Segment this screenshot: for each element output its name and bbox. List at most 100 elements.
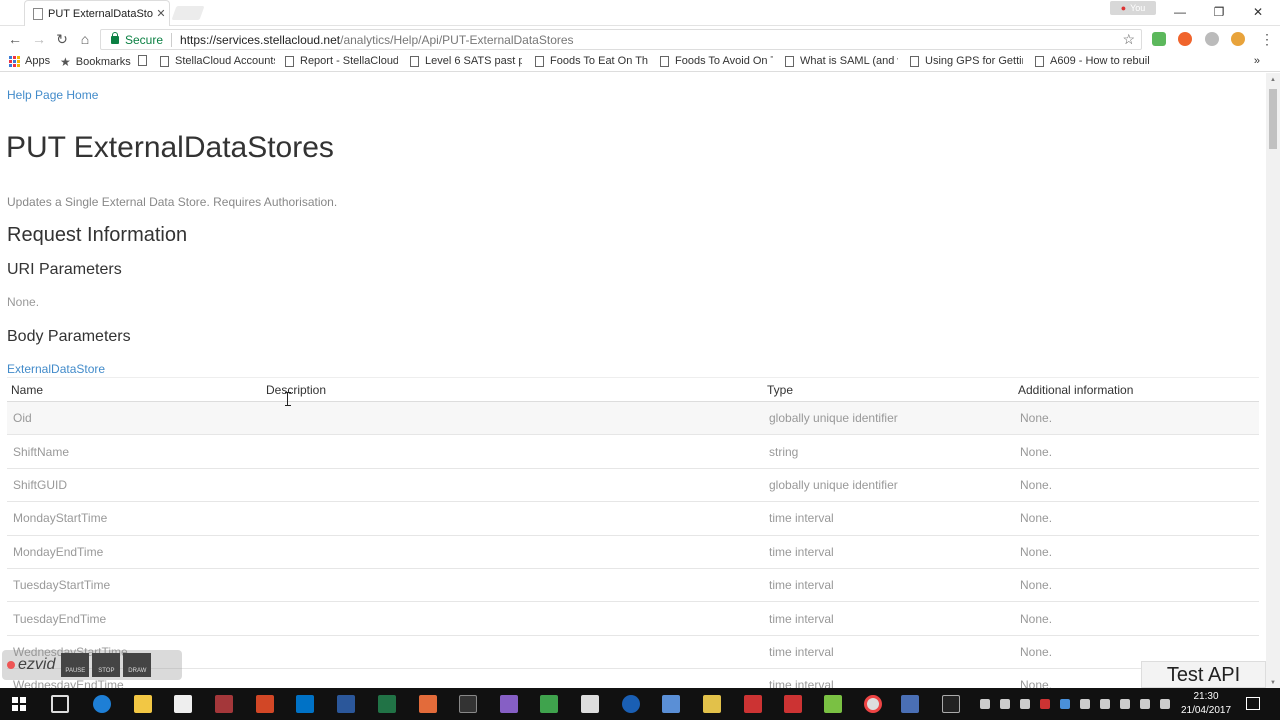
excel-icon[interactable]	[378, 695, 396, 713]
tray-icon[interactable]	[1080, 699, 1090, 709]
app-icon[interactable]	[784, 695, 802, 713]
app-icon[interactable]	[703, 695, 721, 713]
ezvid-draw-button[interactable]: DRAW	[123, 653, 152, 677]
document-icon	[1035, 55, 1044, 67]
bookmark-item[interactable]: Level 6 SATS past pap	[410, 55, 522, 67]
app-icon[interactable]	[901, 695, 919, 713]
menu-icon[interactable]: ⋮	[1258, 30, 1276, 48]
volume-icon[interactable]	[1160, 699, 1170, 709]
scroll-down-icon[interactable]: ▼	[1270, 680, 1276, 686]
param-description-cell	[262, 401, 763, 436]
minimize-button[interactable]: —	[1165, 3, 1195, 21]
taskbar-clock[interactable]: 21:30 21/04/2017	[1176, 690, 1236, 718]
param-description-cell	[262, 635, 763, 670]
bookmark-apps[interactable]: Apps	[9, 55, 50, 67]
extension-gray-icon[interactable]	[1205, 32, 1219, 46]
forward-arrow-icon[interactable]: →	[30, 30, 48, 48]
home-icon[interactable]: ⌂	[76, 30, 94, 48]
windows-taskbar: 21:30 21/04/2017	[0, 688, 1280, 720]
profile-button[interactable]: ● You	[1110, 1, 1156, 15]
help-page-home-link[interactable]: Help Page Home	[7, 88, 98, 102]
tray-icon[interactable]	[980, 699, 990, 709]
lock-icon	[111, 31, 119, 44]
ezvid-recorder-widget: ezvid PAUSE STOP DRAW	[2, 650, 182, 680]
task-view-icon[interactable]	[51, 695, 69, 713]
bookmark-item[interactable]: Foods To Avoid On Th	[660, 55, 773, 67]
bluetooth-icon[interactable]	[1020, 699, 1030, 709]
terminal-icon[interactable]	[459, 695, 477, 713]
test-api-button[interactable]: Test API	[1141, 661, 1266, 688]
table-row: MondayEndTime time interval None.	[7, 535, 1259, 569]
profile-label: You	[1130, 3, 1146, 13]
tray-icon[interactable]	[1060, 699, 1070, 709]
bookmarks-overflow-button[interactable]: »	[1254, 55, 1260, 67]
page-content: Help Page Home PUT ExternalDataStores Up…	[0, 73, 1266, 688]
app-icon[interactable]	[419, 695, 437, 713]
bookmark-bookmarks[interactable]: ★ Bookmarks	[60, 55, 131, 69]
app-icon[interactable]	[662, 695, 680, 713]
battery-icon[interactable]	[1120, 699, 1130, 709]
tab-close-icon[interactable]: ✕	[153, 7, 169, 20]
table-row: TuesdayEndTime time interval None.	[7, 601, 1259, 636]
address-divider	[171, 32, 173, 47]
chrome-icon[interactable]	[864, 695, 882, 713]
external-data-store-link[interactable]: ExternalDataStore	[7, 362, 105, 376]
secure-label: Secure	[125, 32, 164, 47]
bookmark-item[interactable]: Foods To Eat On The C	[535, 55, 648, 67]
access-icon[interactable]	[215, 695, 233, 713]
close-window-button[interactable]: ✕	[1243, 3, 1273, 21]
bookmark-star-icon[interactable]: ☆	[1122, 31, 1135, 48]
param-additional-info-cell: None.	[1014, 601, 1259, 636]
browser-tab[interactable]: PUT ExternalDataStores ✕	[24, 0, 170, 26]
ezvid-pause-button[interactable]: PAUSE	[61, 653, 90, 677]
bookmark-item[interactable]: A609 - How to rebuild	[1035, 55, 1150, 67]
address-bar[interactable]: Secure https://services.stellacloud.net/…	[100, 29, 1142, 50]
bookmark-item[interactable]: Using GPS for Getting	[910, 55, 1023, 67]
extension-cookie-icon[interactable]	[1231, 32, 1245, 46]
text-cursor-icon	[285, 392, 291, 406]
store-icon[interactable]	[174, 695, 192, 713]
param-description-cell	[262, 434, 763, 469]
ezvid-stop-button[interactable]: STOP	[92, 653, 121, 677]
tray-icon[interactable]	[1000, 699, 1010, 709]
uri-parameters-heading: URI Parameters	[7, 261, 122, 278]
bookmark-blank[interactable]	[138, 55, 153, 66]
visual-studio-icon[interactable]	[500, 695, 518, 713]
bookmark-item[interactable]: StellaCloud Accounts	[160, 55, 275, 67]
param-type-cell: globally unique identifier	[763, 401, 1014, 436]
param-type-cell: time interval	[763, 501, 1014, 536]
calculator-icon[interactable]	[581, 695, 599, 713]
file-explorer-icon[interactable]	[134, 695, 152, 713]
wifi-icon[interactable]	[1140, 699, 1150, 709]
powerpoint-icon[interactable]	[256, 695, 274, 713]
tray-icon[interactable]	[1100, 699, 1110, 709]
param-name-cell: ShiftGUID	[7, 468, 262, 503]
scroll-up-icon[interactable]: ▲	[1270, 77, 1276, 83]
extension-fire-icon[interactable]	[1178, 32, 1192, 46]
back-arrow-icon[interactable]: ←	[6, 30, 24, 48]
scrollbar-thumb[interactable]	[1269, 89, 1277, 149]
bookmark-item[interactable]: What is SAML (and w	[785, 55, 898, 67]
bookmark-item[interactable]: Report - StellaCloud A	[285, 55, 398, 67]
antivirus-icon[interactable]	[1040, 699, 1050, 709]
app-icon[interactable]	[744, 695, 762, 713]
outlook-icon[interactable]	[296, 695, 314, 713]
app-icon[interactable]	[622, 695, 640, 713]
windows-start-icon[interactable]	[12, 697, 26, 711]
bookmark-label: Foods To Eat On The C	[550, 55, 648, 67]
reload-icon[interactable]: ↻	[53, 30, 71, 48]
app-icon[interactable]	[540, 695, 558, 713]
page-scrollbar[interactable]: ▲ ▼	[1266, 73, 1280, 688]
bookmark-label: Foods To Avoid On Th	[675, 55, 773, 67]
record-dot-icon	[7, 661, 15, 669]
restore-button[interactable]: ❐	[1204, 3, 1234, 21]
extension-green-icon[interactable]	[1152, 32, 1166, 46]
param-name-cell: TuesdayEndTime	[7, 601, 262, 636]
edge-browser-icon[interactable]	[93, 695, 111, 713]
new-tab-button[interactable]	[171, 6, 205, 20]
notifications-icon[interactable]	[1246, 697, 1260, 710]
app-icon[interactable]	[824, 695, 842, 713]
param-name-cell: ShiftName	[7, 434, 262, 469]
app-icon[interactable]	[942, 695, 960, 713]
word-icon[interactable]	[337, 695, 355, 713]
